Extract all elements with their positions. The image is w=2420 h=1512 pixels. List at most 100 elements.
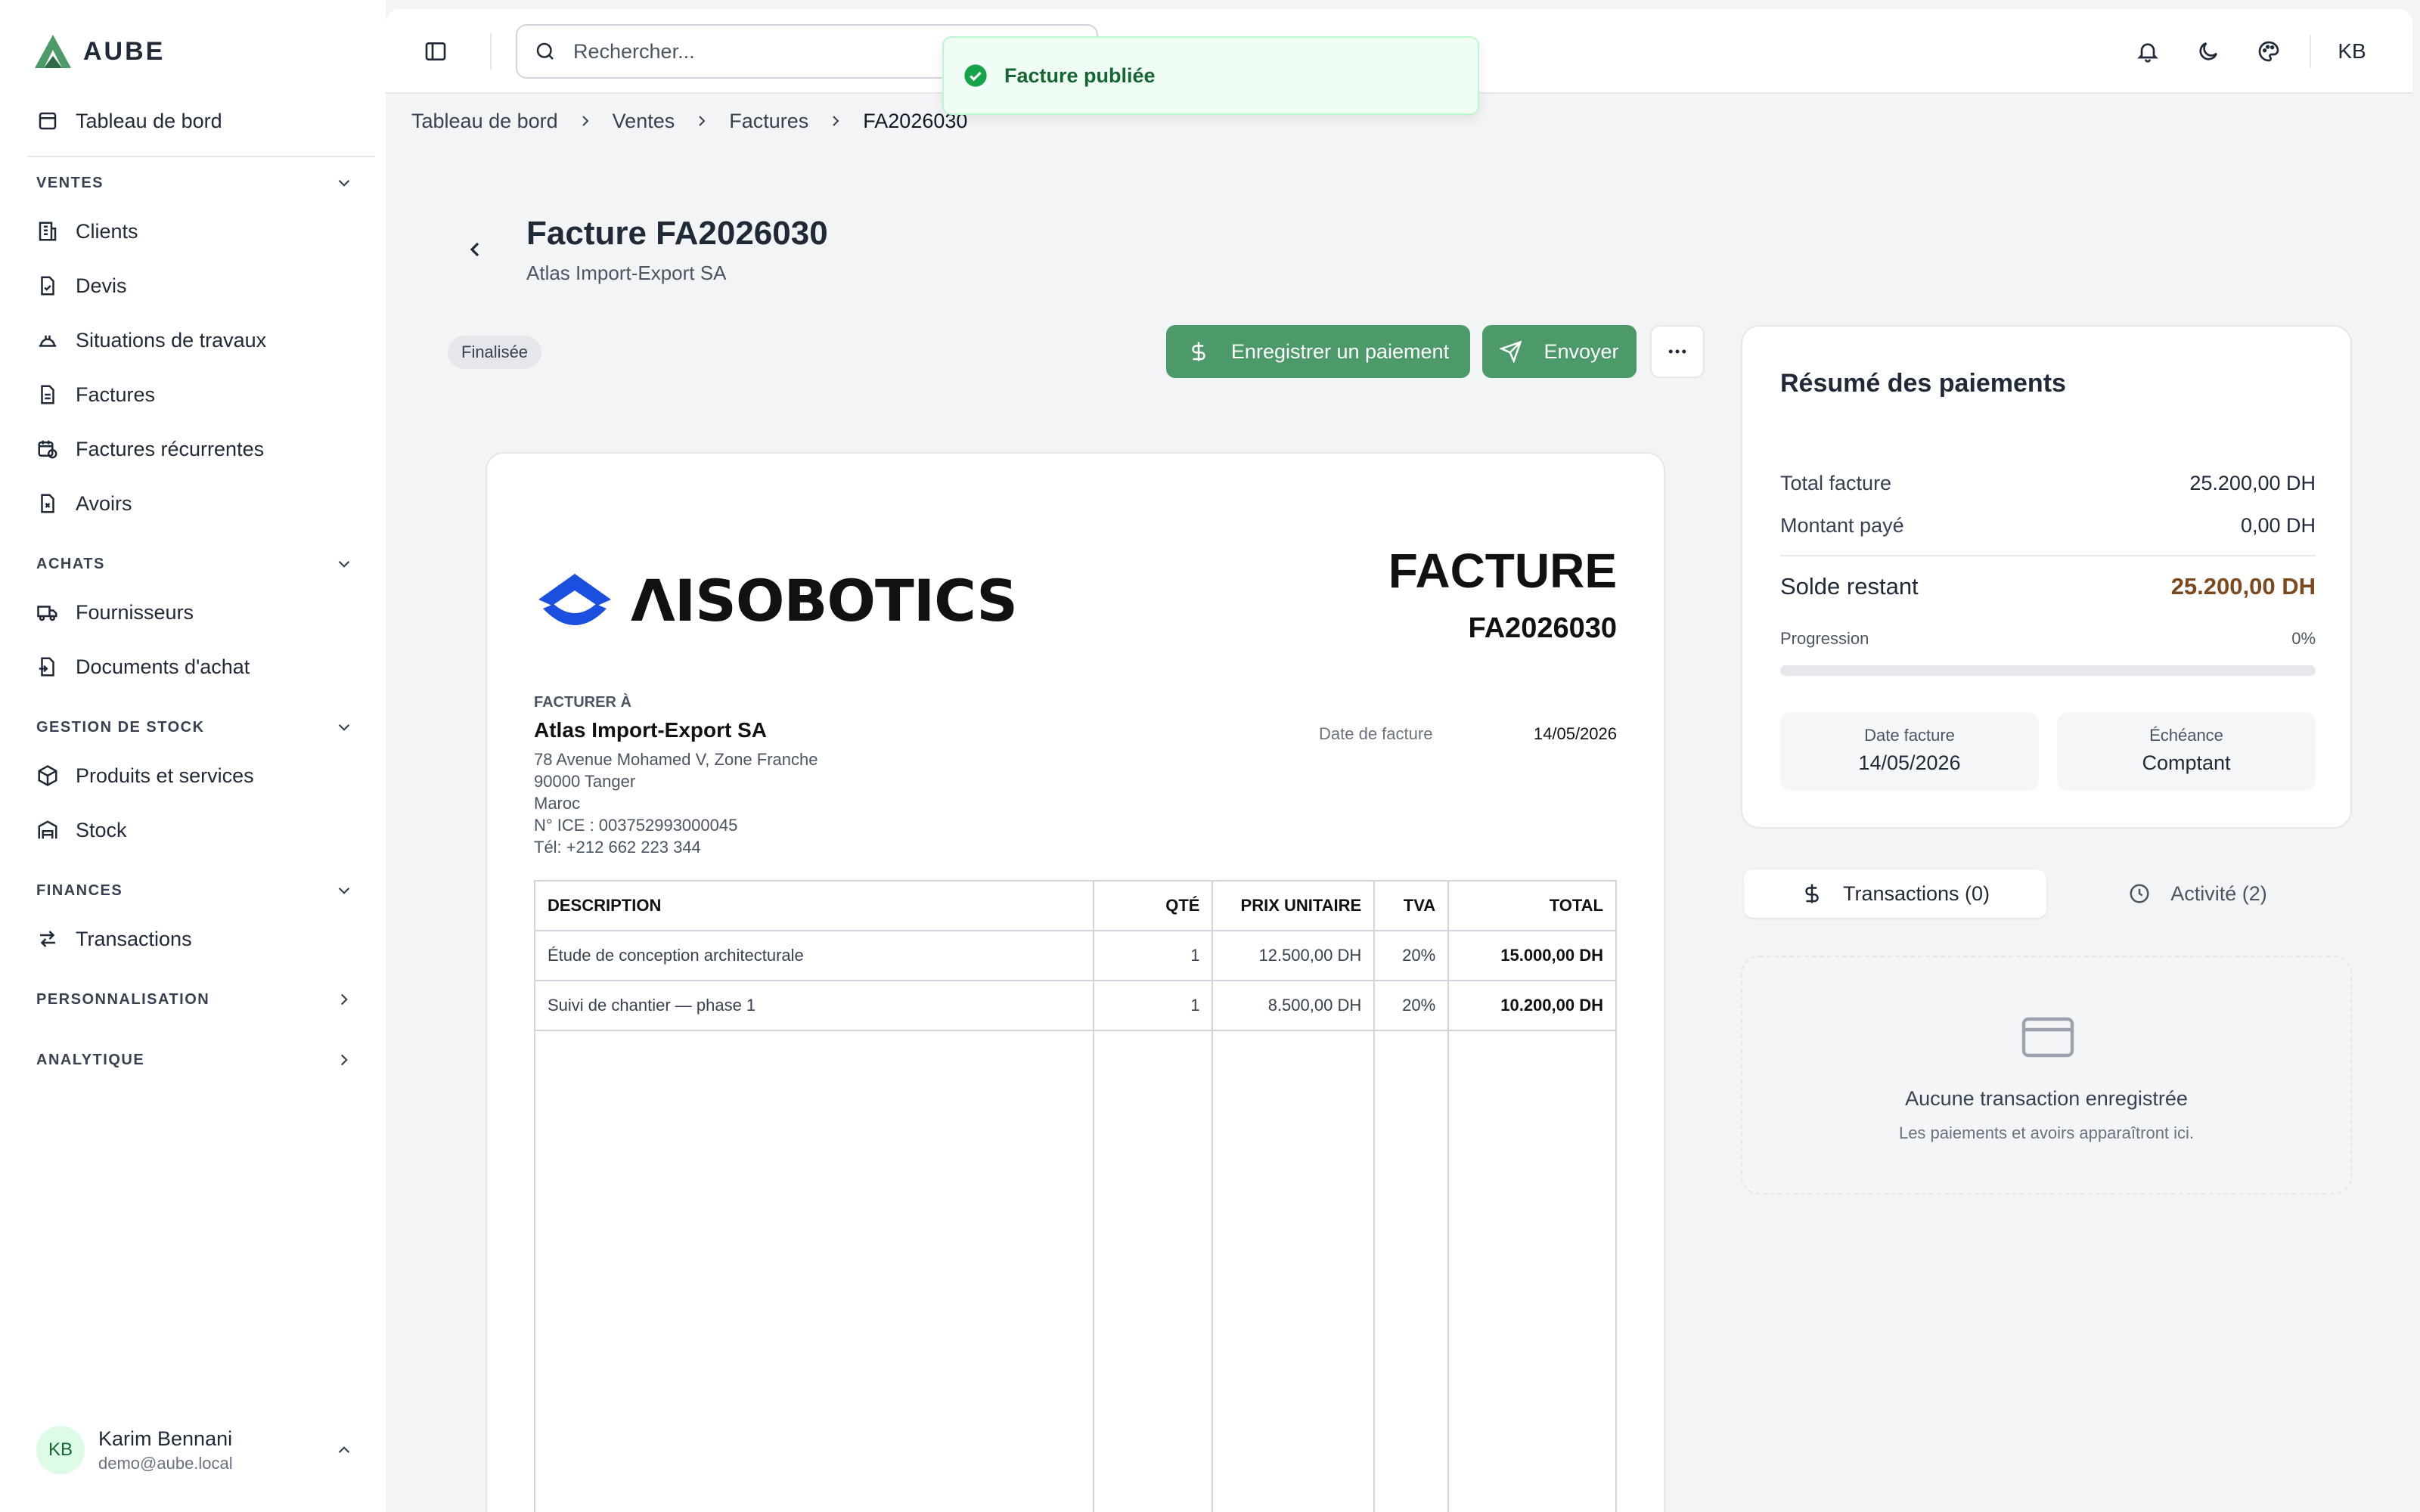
sidebar-item-produits[interactable]: Produits et services: [36, 758, 254, 794]
sidebar-item-stock[interactable]: Stock: [36, 812, 127, 848]
sidebar-item-clients[interactable]: Clients: [36, 213, 138, 249]
item-unit-price: 12.500,00 DH: [1212, 930, 1376, 981]
sidebar-item-fournisseurs[interactable]: Fournisseurs: [36, 594, 194, 631]
section-analytique[interactable]: ANALYTIQUE: [36, 1045, 354, 1075]
progress-value: 0%: [2291, 629, 2316, 648]
warehouse-icon: [38, 820, 57, 839]
sidebar-item-label: Factures récurrentes: [76, 437, 265, 460]
file-text-icon: [41, 385, 54, 404]
sidebar-item-documents-achat[interactable]: Documents d'achat: [36, 649, 250, 685]
sidebar-item-dashboard[interactable]: Tableau de bord: [36, 103, 222, 139]
status-badge: Finalisée: [448, 336, 542, 369]
building-icon: [39, 222, 57, 241]
clock-icon: [2130, 884, 2149, 903]
sidebar-item-devis[interactable]: Devis: [36, 268, 127, 304]
item-description: Étude de conception architecturale: [534, 930, 1094, 981]
brand-name: AUBE: [83, 36, 166, 66]
client-name: Atlas Import-Export SA: [534, 718, 768, 742]
company-logo-text: ΛISOBOTICS: [631, 567, 1018, 634]
notifications-button[interactable]: [2118, 29, 2178, 74]
file-import-icon: [39, 657, 54, 677]
line-items-table: DESCRIPTION QTÉ PRIX UNITAIRE TVA TOTAL …: [534, 880, 1617, 1512]
invoice-date-label: Date de facture: [1319, 724, 1433, 743]
breadcrumb-item[interactable]: Tableau de bord: [411, 110, 558, 133]
palette-button[interactable]: [2238, 29, 2299, 74]
address-line: 90000 Tanger: [534, 772, 636, 791]
sidebar-item-avoirs[interactable]: Avoirs: [36, 485, 132, 522]
address-line: Maroc: [534, 794, 581, 813]
tab-label: Activité (2): [2170, 881, 2267, 905]
avatar: KB: [36, 1426, 85, 1474]
company-logo-icon: [538, 573, 611, 625]
user-avatar-button[interactable]: KB: [2322, 29, 2382, 74]
tab-transactions[interactable]: Transactions (0): [1744, 869, 2046, 918]
section-achats[interactable]: ACHATS: [36, 549, 354, 579]
user-info: Karim Bennani demo@aube.local: [98, 1427, 334, 1473]
chevron-right-icon: [340, 993, 348, 1005]
brand[interactable]: AUBE: [33, 33, 165, 70]
item-qty: 1: [1092, 980, 1214, 1031]
section-personnalisation[interactable]: PERSONNALISATION: [36, 984, 354, 1015]
calendar-clock-icon: [38, 440, 57, 459]
arrows-left-right-icon: [40, 931, 55, 947]
chevron-right-icon: [833, 116, 839, 126]
company-logo: ΛISOBOTICS: [535, 567, 1018, 634]
section-ventes[interactable]: VENTES: [36, 168, 354, 198]
sidebar-item-factures[interactable]: Factures: [36, 376, 155, 413]
dashboard-icon: [39, 112, 57, 130]
address-line: N° ICE : 003752993000045: [534, 816, 738, 835]
sidebar-item-situations[interactable]: Situations de travaux: [36, 322, 266, 358]
topbar-actions: KB: [2118, 29, 2382, 74]
summary-total-row: Total facture 25.200,00 DH: [1780, 472, 2316, 495]
sidebar-toggle-icon[interactable]: [424, 39, 448, 64]
summary-paid-value: 0,00 DH: [2240, 514, 2316, 537]
user-menu[interactable]: KB Karim Bennani demo@aube.local: [36, 1426, 354, 1474]
bill-to-label: FACTURER À: [534, 694, 631, 711]
sidebar-item-recurrentes[interactable]: Factures récurrentes: [36, 431, 264, 467]
sidebar-item-label: Factures: [76, 383, 156, 406]
back-arrow-icon[interactable]: [463, 237, 487, 262]
progress-bar: [1780, 665, 2316, 676]
progress-row: Progression 0%: [1780, 629, 2316, 649]
address-line: Tél: +212 662 223 344: [534, 838, 701, 857]
sidebar-item-label: Transactions: [76, 927, 192, 950]
tab-activity[interactable]: Activité (2): [2046, 869, 2349, 918]
toast-message: Facture publiée: [1004, 64, 1156, 87]
tabs: Transactions (0) Activité (2): [1741, 866, 2352, 921]
dollar-icon: [1192, 342, 1205, 361]
summary-balance-row: Solde restant 25.200,00 DH: [1780, 573, 2316, 600]
section-label: VENTES: [36, 174, 104, 191]
sidebar-divider: [27, 156, 375, 157]
empty-subtitle: Les paiements et avoirs apparaîtront ici…: [1898, 1123, 2195, 1142]
more-actions-button[interactable]: [1650, 325, 1705, 378]
sidebar-item-label: Tableau de bord: [76, 109, 222, 132]
send-button[interactable]: Envoyer: [1482, 325, 1637, 378]
table-row: Suivi de chantier — phase 1 1 8.500,00 D…: [534, 980, 1617, 1031]
section-label: PERSONNALISATION: [36, 990, 210, 1008]
item-total: 10.200,00 DH: [1447, 980, 1617, 1031]
summary-title: Résumé des paiements: [1780, 369, 2066, 398]
sidebar-item-transactions[interactable]: Transactions: [36, 921, 192, 957]
item-total: 15.000,00 DH: [1447, 930, 1617, 981]
record-payment-button[interactable]: Enregistrer un paiement: [1166, 325, 1470, 378]
invoice-date-value: 14/05/2026: [1533, 724, 1617, 743]
due-date-box: Échéance Comptant: [2057, 712, 2316, 791]
breadcrumb-item[interactable]: Ventes: [613, 110, 675, 133]
empty-cell: [1212, 1030, 1376, 1512]
truck-icon: [37, 606, 57, 621]
column-header: PRIX UNITAIRE: [1212, 880, 1376, 931]
empty-cell: [1373, 1030, 1450, 1512]
item-tva: 20%: [1373, 980, 1450, 1031]
progress-label: Progression: [1780, 629, 1869, 648]
topbar-divider: [490, 33, 492, 70]
theme-toggle-button[interactable]: [2178, 29, 2238, 74]
empty-cell: [1447, 1030, 1617, 1512]
info-date-label: Date facture: [1864, 726, 1955, 745]
breadcrumb-item[interactable]: Factures: [729, 110, 808, 133]
section-stock[interactable]: GESTION DE STOCK: [36, 712, 354, 742]
chevron-down-icon: [338, 560, 350, 568]
section-finances[interactable]: FINANCES: [36, 875, 354, 906]
dollar-icon: [1805, 884, 1819, 903]
client-address: 78 Avenue Mohamed V, Zone Franche 90000 …: [534, 748, 818, 858]
section-label: ACHATS: [36, 555, 105, 572]
